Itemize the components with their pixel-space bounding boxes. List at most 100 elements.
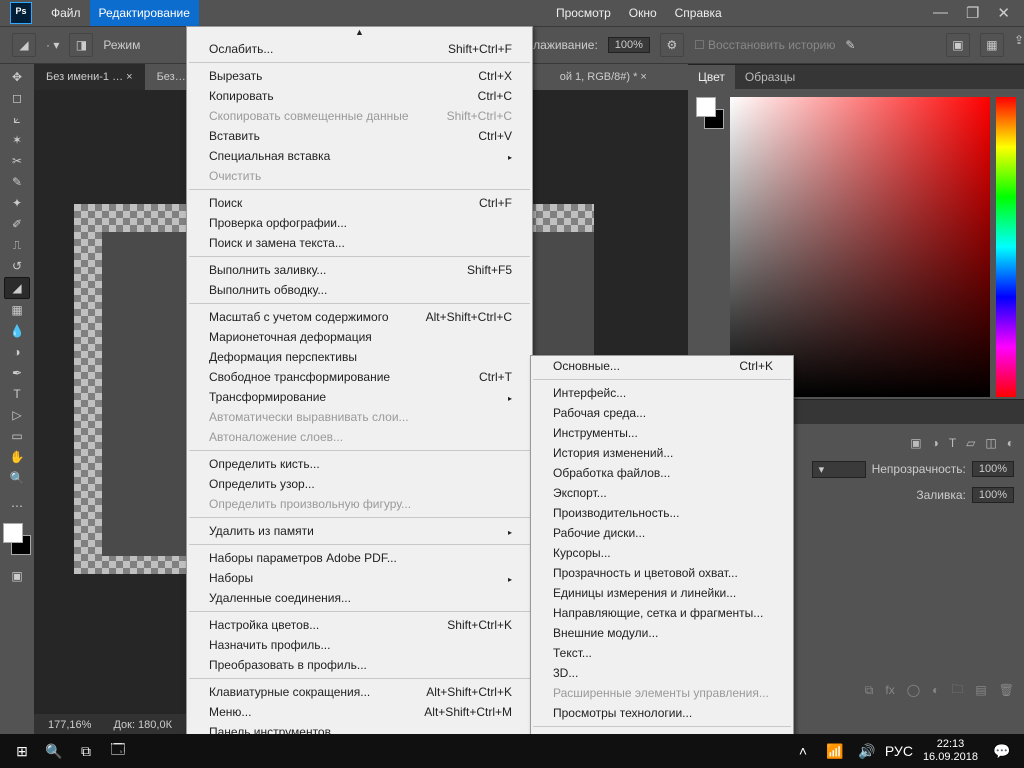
settings-gear-icon[interactable]: ⚙: [660, 33, 684, 57]
type-filter-icon[interactable]: T: [949, 436, 956, 450]
menu-item[interactable]: Масштаб с учетом содержимогоAlt+Shift+Ct…: [187, 307, 532, 327]
move-tool[interactable]: ✥: [5, 67, 29, 87]
volume-icon[interactable]: 🔊: [851, 743, 883, 760]
eraser-tool[interactable]: ◢: [4, 277, 30, 299]
menu-item[interactable]: Настройка цветов...Shift+Ctrl+K: [187, 615, 532, 635]
blur-tool[interactable]: 💧: [5, 321, 29, 341]
smart-filter-icon[interactable]: ◫: [985, 436, 996, 450]
menu-item[interactable]: Обработка файлов...: [531, 463, 793, 483]
doc-size[interactable]: Док: 180,0К: [113, 719, 172, 731]
new-layer-icon[interactable]: ▤: [975, 683, 986, 697]
menu-item[interactable]: Специальная вставка: [187, 146, 532, 166]
filter-icon[interactable]: ▣: [910, 436, 921, 450]
network-icon[interactable]: 📶: [819, 743, 851, 760]
brush-icon[interactable]: ✎: [845, 38, 855, 52]
toggle-icon[interactable]: ◐: [1007, 436, 1014, 450]
hand-tool[interactable]: ✋: [5, 447, 29, 467]
menu-item[interactable]: Направляющие, сетка и фрагменты...: [531, 603, 793, 623]
color-field[interactable]: [730, 97, 990, 397]
menu-item[interactable]: История изменений...: [531, 443, 793, 463]
eyedropper-tool[interactable]: ✎: [5, 172, 29, 192]
smooth-value[interactable]: 100%: [608, 37, 650, 53]
eraser-tool-icon[interactable]: ◢: [12, 33, 36, 57]
menu-item[interactable]: Текст...: [531, 643, 793, 663]
document-tab-2[interactable]: ой 1, RGB/8#) * ×: [548, 64, 659, 90]
menu-item[interactable]: Единицы измерения и линейки...: [531, 583, 793, 603]
start-button[interactable]: ⊞: [6, 743, 38, 760]
menu-item[interactable]: Деформация перспективы: [187, 347, 532, 367]
menu-item[interactable]: Просмотры технологии...: [531, 703, 793, 723]
menu-view[interactable]: Просмотр: [547, 0, 620, 26]
menu-item[interactable]: Курсоры...: [531, 543, 793, 563]
menu-item[interactable]: Наборы параметров Adobe PDF...: [187, 548, 532, 568]
menu-item[interactable]: Прозрачность и цветовой охват...: [531, 563, 793, 583]
menu-item[interactable]: ВставитьCtrl+V: [187, 126, 532, 146]
tray-arrow-icon[interactable]: ˄: [787, 743, 819, 759]
search-icon[interactable]: 🔍: [38, 743, 70, 760]
zoom-level[interactable]: 177,16%: [48, 719, 91, 731]
shape-filter-icon[interactable]: ▱: [966, 436, 975, 450]
adjustment-icon[interactable]: ◐: [932, 683, 939, 697]
screen-mode[interactable]: ▣: [5, 566, 29, 586]
menu-item[interactable]: Выполнить заливку...Shift+F5: [187, 260, 532, 280]
hue-slider[interactable]: [996, 97, 1016, 397]
rectangle-tool[interactable]: ▭: [5, 426, 29, 446]
scroll-up-arrow[interactable]: ▲: [187, 27, 532, 39]
zoom-tool[interactable]: 🔍: [5, 468, 29, 488]
brush-preset-button[interactable]: ◨: [69, 33, 93, 57]
restore-button[interactable]: ❐: [966, 4, 979, 22]
pen-tool[interactable]: ✒: [5, 363, 29, 383]
color-fg[interactable]: [696, 97, 716, 117]
menu-item[interactable]: Ослабить...Shift+Ctrl+F: [187, 39, 532, 59]
menu-item[interactable]: Преобразовать в профиль...: [187, 655, 532, 675]
menu-item[interactable]: Основные...Ctrl+K: [531, 356, 793, 376]
menu-item[interactable]: ВырезатьCtrl+X: [187, 66, 532, 86]
photoshop-taskbar-icon[interactable]: 🗔: [102, 739, 134, 763]
link-layers-icon[interactable]: ⧉: [865, 683, 874, 698]
restore-history-checkbox[interactable]: ☐ Восстановить историю: [694, 38, 835, 52]
swatches-tab[interactable]: Образцы: [735, 65, 805, 89]
document-tab-1[interactable]: Без имени-1 … ×: [34, 64, 145, 90]
fx-icon[interactable]: fx: [885, 683, 894, 697]
color-tab[interactable]: Цвет: [688, 65, 735, 89]
quick-select-tool[interactable]: ✶: [5, 130, 29, 150]
menu-item[interactable]: Выполнить обводку...: [187, 280, 532, 300]
menu-item[interactable]: Удалить из памяти: [187, 521, 532, 541]
spot-heal-tool[interactable]: ✦: [5, 193, 29, 213]
type-tool[interactable]: T: [5, 384, 29, 404]
menu-item[interactable]: Внешние модули...: [531, 623, 793, 643]
edit-toolbar[interactable]: ⋯: [5, 496, 29, 516]
menu-item[interactable]: Определить узор...: [187, 474, 532, 494]
menu-item[interactable]: Наборы: [187, 568, 532, 588]
history-brush-tool[interactable]: ↺: [5, 256, 29, 276]
path-select-tool[interactable]: ▷: [5, 405, 29, 425]
menu-item[interactable]: Меню...Alt+Shift+Ctrl+M: [187, 702, 532, 722]
menu-item[interactable]: Назначить профиль...: [187, 635, 532, 655]
close-button[interactable]: ✕: [997, 4, 1010, 22]
menu-item[interactable]: Интерфейс...: [531, 383, 793, 403]
menu-edit[interactable]: Редактирование: [90, 0, 199, 26]
opacity-value[interactable]: 100%: [972, 461, 1014, 477]
minimize-button[interactable]: —: [933, 4, 948, 22]
menu-item[interactable]: Экспорт...: [531, 483, 793, 503]
fg-swatch[interactable]: [3, 523, 23, 543]
group-icon[interactable]: 🗀: [951, 680, 963, 701]
menu-item[interactable]: Проверка орфографии...: [187, 213, 532, 233]
trash-icon[interactable]: 🗑: [999, 683, 1014, 697]
menu-window[interactable]: Окно: [620, 0, 666, 26]
menu-file[interactable]: Файл: [42, 0, 90, 26]
notifications-icon[interactable]: 💬: [986, 743, 1018, 760]
taskview-icon[interactable]: ⧉: [70, 743, 102, 760]
menu-item[interactable]: ПоискCtrl+F: [187, 193, 532, 213]
mask-add-icon[interactable]: ◯: [907, 683, 920, 697]
menu-item[interactable]: Удаленные соединения...: [187, 588, 532, 608]
lang-indicator[interactable]: РУС: [883, 743, 915, 759]
share-icon[interactable]: ⇪: [1014, 33, 1024, 57]
menu-item[interactable]: Рабочие диски...: [531, 523, 793, 543]
menu-item[interactable]: Инструменты...: [531, 423, 793, 443]
brush-size-dropdown[interactable]: · ▾: [46, 38, 59, 52]
menu-item[interactable]: Рабочая среда...: [531, 403, 793, 423]
fill-value[interactable]: 100%: [972, 487, 1014, 503]
brush-tool[interactable]: ✐: [5, 214, 29, 234]
dodge-tool[interactable]: ◑: [5, 342, 29, 362]
